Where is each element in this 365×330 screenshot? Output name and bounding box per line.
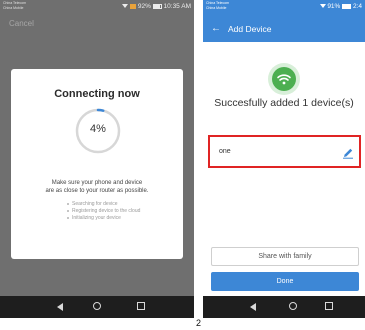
- progress-ring: 4%: [74, 107, 122, 155]
- battery-icon: [342, 3, 352, 10]
- step-label: Registering device to the cloud: [72, 208, 141, 214]
- status-time: 10:35 AM: [163, 3, 191, 10]
- battery-icon: [152, 3, 162, 10]
- nav-home-icon[interactable]: [289, 302, 297, 310]
- status-bar: China Telecom China Mobile 91% 2:4: [203, 0, 365, 14]
- carrier-name-1: China Telecom: [3, 1, 27, 5]
- app-header: China Telecom China Mobile 91% 2:4 ← Add…: [203, 0, 365, 42]
- message-line-2: are as close to your router as possible.: [45, 188, 149, 194]
- step-list: Searching for device Registering device …: [67, 201, 140, 222]
- share-with-family-button[interactable]: Share with family: [211, 247, 359, 266]
- page-number: 2: [196, 318, 202, 328]
- connecting-screen: China Telecom China Mobile 92% 10:35 AM …: [0, 0, 194, 318]
- back-arrow-icon[interactable]: ←: [211, 24, 221, 34]
- step-item: Registering device to the cloud: [67, 208, 140, 215]
- nav-back-icon[interactable]: [57, 303, 63, 311]
- edit-pencil-icon[interactable]: [342, 146, 354, 159]
- page-title: Add Device: [228, 24, 272, 34]
- step-item: Initializing your device: [67, 215, 140, 222]
- nav-home-icon[interactable]: [93, 302, 101, 310]
- step-label: Initializing your device: [72, 215, 121, 221]
- message-line-1: Make sure your phone and device: [51, 180, 143, 186]
- carrier-names: China Telecom China Mobile: [3, 1, 26, 10]
- nav-back-icon[interactable]: [250, 303, 256, 311]
- wifi-icon: [122, 4, 129, 9]
- android-navbar: [203, 296, 365, 318]
- proximity-message: Make sure your phone and device are as c…: [19, 179, 175, 195]
- done-button[interactable]: Done: [211, 272, 359, 291]
- nav-recent-icon[interactable]: [325, 302, 333, 310]
- notification-badge-icon: [130, 3, 137, 9]
- status-indicators: 91% 2:4: [319, 3, 362, 10]
- carrier-name-2: China Mobile: [206, 5, 227, 10]
- carrier-names: China Telecom China Mobile: [206, 1, 229, 10]
- cancel-button[interactable]: Cancel: [9, 19, 34, 28]
- step-item: Searching for device: [67, 201, 140, 208]
- success-message: Succesfully added 1 device(s): [214, 97, 354, 109]
- nav-recent-icon[interactable]: [137, 302, 145, 310]
- android-navbar: [0, 296, 194, 318]
- carrier-name-1: China Telecom: [206, 1, 230, 5]
- dialog-title: Connecting now: [54, 88, 140, 100]
- wifi-success-icon: [267, 62, 301, 96]
- battery-percent: 91%: [327, 3, 341, 10]
- status-bar: China Telecom China Mobile 92% 10:35 AM: [0, 0, 194, 14]
- status-indicators: 92% 10:35 AM: [122, 3, 191, 10]
- device-name: one: [219, 148, 231, 155]
- wifi-icon: [319, 4, 326, 9]
- connecting-dialog: Connecting now 4% Make sure your phone a…: [11, 69, 183, 259]
- add-device-screen: China Telecom China Mobile 91% 2:4 ← Add…: [203, 0, 365, 318]
- battery-percent: 92%: [137, 3, 151, 10]
- progress-percent: 4%: [90, 123, 106, 135]
- step-label: Searching for device: [72, 201, 118, 207]
- status-time: 2:4: [352, 3, 362, 10]
- carrier-name-2: China Mobile: [3, 5, 24, 10]
- device-row[interactable]: one: [208, 135, 361, 168]
